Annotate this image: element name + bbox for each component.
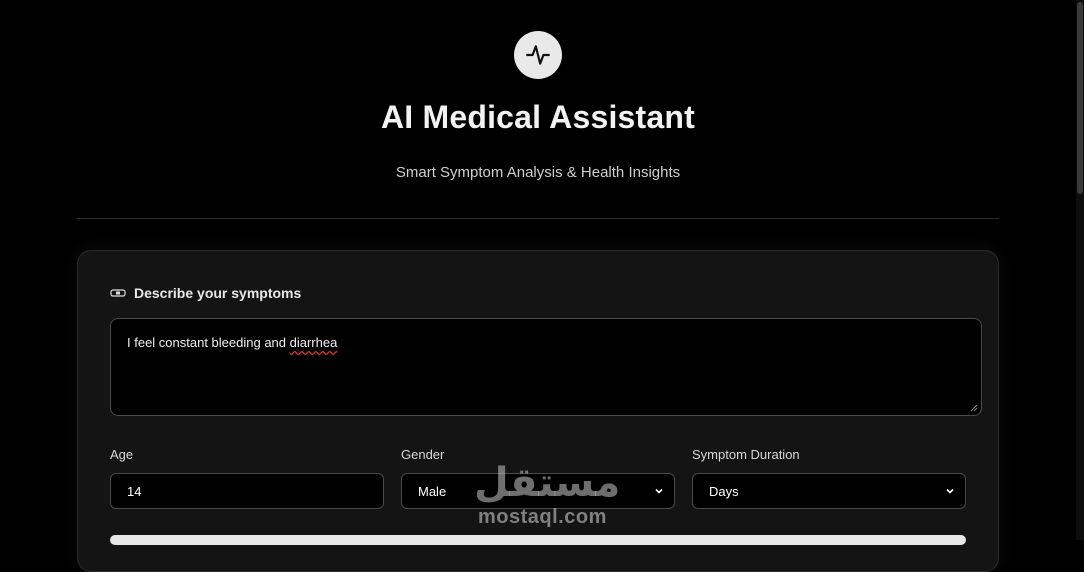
gender-label: Gender	[401, 447, 445, 462]
scrollbar[interactable]	[1076, 0, 1084, 540]
bandage-icon	[110, 289, 126, 297]
watermark-text: mostaql.com	[478, 506, 607, 528]
symptoms-textarea[interactable]: I feel constant bleeding and diarrhea	[110, 318, 982, 416]
duration-value: Days	[709, 483, 739, 499]
symptoms-label-text: Describe your symptoms	[134, 285, 302, 301]
misspelled-word: diarrhea	[289, 335, 338, 350]
page-title: AI Medical Assistant	[380, 99, 695, 135]
age-input[interactable]: 14	[110, 473, 384, 509]
activity-pulse-icon	[526, 45, 550, 65]
resize-handle-icon[interactable]	[970, 404, 978, 412]
gender-value: Male	[418, 483, 447, 499]
chevron-down-icon	[655, 488, 663, 494]
duration-label: Symptom Duration	[692, 447, 800, 462]
scrollbar-thumb[interactable]	[1077, 2, 1083, 194]
age-label: Age	[110, 447, 134, 462]
symptoms-text: I feel constant bleeding and	[127, 335, 290, 350]
header-divider	[77, 218, 999, 219]
symptoms-label: Describe your symptoms	[110, 285, 301, 301]
age-value: 14	[127, 483, 142, 499]
chevron-down-icon	[946, 488, 954, 494]
page-subtitle: Smart Symptom Analysis & Health Insights	[395, 164, 681, 181]
watermark-logo: مستقل	[474, 460, 621, 506]
submit-button[interactable]	[110, 535, 966, 545]
app-logo	[514, 31, 562, 79]
duration-select[interactable]: Days	[692, 473, 966, 509]
